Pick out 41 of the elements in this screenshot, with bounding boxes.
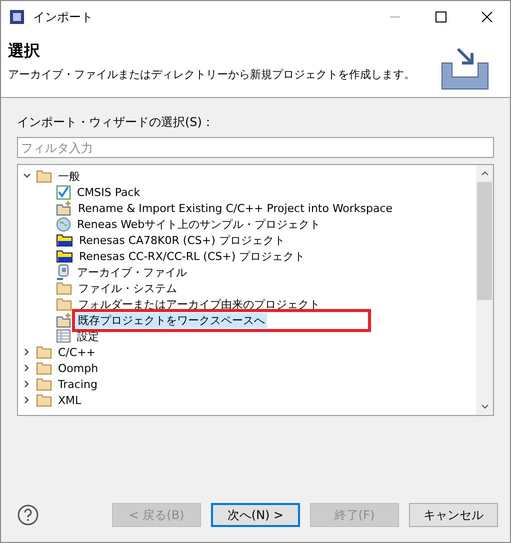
folder-icon: [36, 361, 52, 375]
dialog-button[interactable]: 次へ(N) >: [211, 503, 300, 527]
folder-plus-icon: [56, 312, 72, 328]
tree-item[interactable]: Rename & Import Existing C/C++ Project into Workspace: [76, 200, 395, 216]
folder-icon: [56, 297, 72, 311]
scroll-up-icon[interactable]: [480, 171, 488, 176]
tree-item[interactable]: Renesas CC-RX/CC-RL (CS+) プロジェクト: [77, 248, 308, 264]
globe-icon: [56, 216, 71, 232]
help-icon[interactable]: [17, 504, 39, 526]
scroll-down-icon[interactable]: [480, 404, 488, 409]
wizard-label: インポート・ウィザードの選択(S)：: [17, 114, 215, 131]
tree-item[interactable]: 一般: [56, 168, 82, 184]
tree-item[interactable]: CMSIS Pack: [75, 184, 142, 200]
tree-item[interactable]: XML: [56, 392, 84, 408]
tree-item[interactable]: Renesas CA78K0R (CS+) プロジェクト: [77, 232, 287, 248]
folder-plus-icon: [56, 200, 72, 216]
folder-icon: [36, 393, 52, 407]
tree-item[interactable]: C/C++: [56, 344, 98, 360]
folder-icon: [36, 377, 52, 391]
archive-icon: [56, 264, 71, 280]
folder-icon: [56, 249, 73, 263]
app-icon: [9, 9, 25, 25]
page-title: 選択: [8, 40, 41, 62]
filter-field[interactable]: フィルタ入力: [17, 137, 494, 158]
dialog-button[interactable]: キャンセル: [409, 503, 498, 527]
tree-item[interactable]: ファイル・システム: [76, 280, 179, 296]
folder-icon: [36, 345, 52, 359]
page-description: アーカイブ・ファイルまたはディレクトリーから新規プロジェクトを作成します。: [8, 67, 416, 83]
folder-icon: [56, 281, 72, 295]
window-title: インポート: [33, 9, 93, 26]
tree-item[interactable]: 設定: [75, 328, 101, 344]
tree-item[interactable]: 既存プロジェクトをワークスペースへ: [76, 312, 267, 328]
tree-item[interactable]: Oomph: [56, 360, 100, 376]
checkbox-icon: [56, 184, 71, 200]
tree-item[interactable]: アーカイブ・ファイル: [75, 264, 189, 280]
scrollbar[interactable]: [476, 165, 493, 415]
tree-item[interactable]: Reneas Webサイト上のサンプル・プロジェクト: [75, 216, 323, 232]
table-icon: [56, 329, 71, 343]
folder-icon: [56, 233, 73, 247]
folder-icon: [36, 169, 52, 183]
tree-item[interactable]: Tracing: [56, 376, 100, 392]
